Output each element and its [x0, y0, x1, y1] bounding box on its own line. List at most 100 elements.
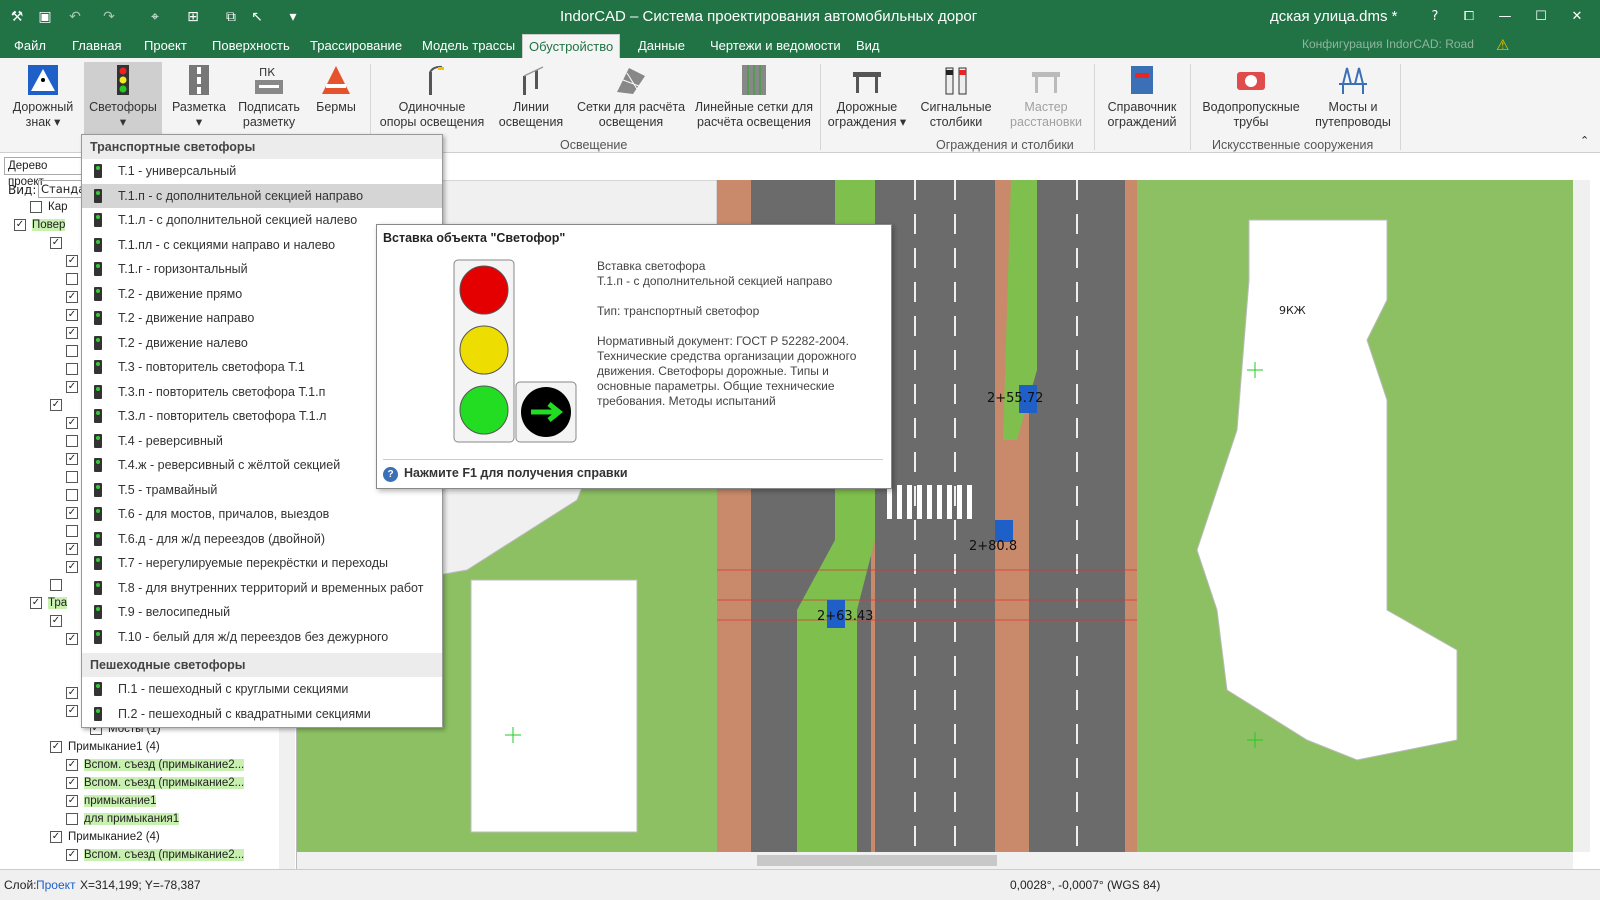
tab-arrangement[interactable]: Обустройство: [522, 34, 621, 58]
tree-checkbox[interactable]: [66, 273, 78, 285]
tab-view[interactable]: Вид: [850, 34, 886, 58]
tab-drawings[interactable]: Чертежи и ведомости: [704, 34, 847, 58]
tree-checkbox[interactable]: ✓: [66, 381, 78, 393]
tab-surface[interactable]: Поверхность: [206, 34, 296, 58]
map-horizontal-scrollbar[interactable]: [297, 852, 1573, 869]
traffic-light-menu-item[interactable]: П.2 - пешеходный с квадратными секциями: [82, 702, 442, 726]
signal-posts-button[interactable]: Сигнальные столбики: [914, 62, 998, 136]
config-label[interactable]: Конфигурация IndorCAD: Road: [1302, 37, 1474, 51]
tree-row[interactable]: ✓ Вспом. съезд (примыкание2...: [66, 756, 245, 774]
traffic-lights-button[interactable]: Светофоры ▾: [84, 62, 162, 136]
tree-checkbox[interactable]: ✓: [66, 777, 78, 789]
traffic-light-menu-item[interactable]: П.1 - пешеходный с круглыми секциями: [82, 677, 442, 701]
project-tree-tab[interactable]: Дерево проект: [4, 157, 84, 188]
tree-checkbox[interactable]: ✓: [14, 219, 26, 231]
berms-button[interactable]: Бермы: [310, 62, 362, 136]
road-barriers-button[interactable]: Дорожные ограждения ▾: [826, 62, 908, 136]
tree-checkbox[interactable]: ✓: [66, 309, 78, 321]
tree-row[interactable]: ✓: [50, 396, 68, 414]
single-light-poles-button[interactable]: Одиночные опоры освещения: [376, 62, 488, 136]
tree-checkbox[interactable]: ✓: [66, 255, 78, 267]
tree-checkbox[interactable]: ✓: [50, 237, 62, 249]
tree-checkbox[interactable]: [50, 579, 62, 591]
traffic-light-menu-item[interactable]: Т.8 - для внутренних территорий и времен…: [82, 576, 442, 600]
tab-data[interactable]: Данные: [632, 34, 691, 58]
tree-checkbox[interactable]: ✓: [66, 417, 78, 429]
tree-checkbox[interactable]: ✓: [66, 849, 78, 861]
close-button[interactable]: ✕: [1566, 6, 1588, 28]
tab-file[interactable]: Файл: [8, 34, 52, 58]
tree-row[interactable]: [50, 576, 68, 594]
lighting-grids-button[interactable]: Сетки для расчёта освещения: [572, 62, 690, 136]
tree-checkbox[interactable]: ✓: [66, 633, 78, 645]
tab-routing[interactable]: Трассирование: [304, 34, 408, 58]
tree-row[interactable]: ✓ Примыкание1 (4): [50, 738, 160, 756]
tree-checkbox[interactable]: ✓: [66, 759, 78, 771]
marking-button[interactable]: Разметка ▾: [166, 62, 232, 136]
lighting-lines-button[interactable]: Линии освещения: [494, 62, 568, 136]
tree-row[interactable]: ✓ Вспом. съезд (примыкание2...: [66, 846, 245, 864]
tree-checkbox[interactable]: ✓: [66, 327, 78, 339]
traffic-light-menu-item[interactable]: Т.1 - универсальный: [82, 159, 442, 183]
redo-icon[interactable]: ↷: [100, 8, 118, 26]
traffic-light-menu-item[interactable]: Т.6 - для мостов, причалов, выездов: [82, 502, 442, 526]
label-marking-button[interactable]: ПК Подписать разметку: [234, 62, 304, 136]
tab-route-model[interactable]: Модель трассы: [416, 34, 521, 58]
tree-checkbox[interactable]: ✓: [50, 741, 62, 753]
bridges-button[interactable]: Мосты и путепроводы: [1310, 62, 1396, 136]
tree-checkbox[interactable]: [66, 813, 78, 825]
traffic-light-menu-item[interactable]: Т.7 - нерегулируемые перекрёстки и перех…: [82, 551, 442, 575]
snap-icon[interactable]: ⊞: [184, 8, 202, 26]
maximize-button[interactable]: ☐: [1530, 6, 1552, 28]
tree-checkbox[interactable]: ✓: [66, 705, 78, 717]
tree-row[interactable]: ✓ Вспом. съезд (примыкание2...: [66, 774, 245, 792]
tree-row[interactable]: ✓ Примыкание2 (4): [50, 828, 160, 846]
help-button[interactable]: ?: [1424, 6, 1446, 28]
linear-lighting-grids-button[interactable]: Линейные сетки для расчёта освещения: [694, 62, 814, 136]
scroll-thumb[interactable]: [757, 855, 997, 866]
tree-checkbox[interactable]: ✓: [50, 399, 62, 411]
tree-row[interactable]: ✓ Повер: [14, 216, 66, 234]
save-icon[interactable]: ▣: [36, 8, 54, 26]
tree-checkbox[interactable]: [30, 201, 42, 213]
pointer-icon[interactable]: ↖: [248, 8, 266, 26]
tree-checkbox[interactable]: ✓: [50, 615, 62, 627]
draw-tool-icon[interactable]: ⌖: [146, 8, 164, 26]
tree-checkbox[interactable]: ✓: [66, 795, 78, 807]
traffic-light-menu-item[interactable]: Т.6.д - для ж/д переездов (двойной): [82, 527, 442, 551]
tab-project[interactable]: Проект: [138, 34, 193, 58]
collapse-ribbon-icon[interactable]: ⌃: [1580, 134, 1589, 147]
barrier-reference-button[interactable]: Справочник ограждений: [1100, 62, 1184, 136]
view-select[interactable]: Стандар: [38, 180, 93, 198]
tree-checkbox[interactable]: [66, 489, 78, 501]
tree-row[interactable]: ✓ Тра: [30, 594, 68, 612]
customize-icon[interactable]: ▾: [284, 8, 302, 26]
tree-checkbox[interactable]: [66, 363, 78, 375]
culverts-button[interactable]: Водопропускные трубы: [1196, 62, 1306, 136]
tree-row[interactable]: ✓: [50, 612, 68, 630]
tree-checkbox[interactable]: [66, 435, 78, 447]
tree-checkbox[interactable]: [66, 525, 78, 537]
restore-layout-icon[interactable]: ⧠: [1458, 6, 1480, 28]
traffic-light-menu-item[interactable]: Т.1.п - с дополнительной секцией направо: [82, 183, 442, 208]
tree-checkbox[interactable]: ✓: [66, 543, 78, 555]
tree-checkbox[interactable]: ✓: [66, 687, 78, 699]
tree-checkbox[interactable]: [66, 345, 78, 357]
traffic-light-menu-item[interactable]: Т.10 - белый для ж/д переездов без дежур…: [82, 625, 442, 649]
undo-icon[interactable]: ↶: [66, 8, 84, 26]
road-sign-button[interactable]: Дорожный знак ▾: [6, 62, 80, 136]
tree-row[interactable]: ✓: [50, 234, 68, 252]
tree-checkbox[interactable]: ✓: [66, 561, 78, 573]
warning-icon[interactable]: ⚠: [1496, 36, 1509, 54]
traffic-light-menu-item[interactable]: Т.9 - велосипедный: [82, 600, 442, 624]
tree-checkbox[interactable]: ✓: [50, 831, 62, 843]
tab-home[interactable]: Главная: [66, 34, 127, 58]
map-vertical-scrollbar[interactable]: [1573, 180, 1590, 852]
minimize-button[interactable]: —: [1494, 6, 1516, 28]
tree-checkbox[interactable]: ✓: [30, 597, 42, 609]
tree-row[interactable]: Кар: [30, 198, 68, 216]
tree-checkbox[interactable]: ✓: [66, 453, 78, 465]
tree-row[interactable]: для примыкания1: [66, 810, 180, 828]
layer-value[interactable]: Проект: [36, 878, 76, 892]
tree-checkbox[interactable]: ✓: [66, 291, 78, 303]
